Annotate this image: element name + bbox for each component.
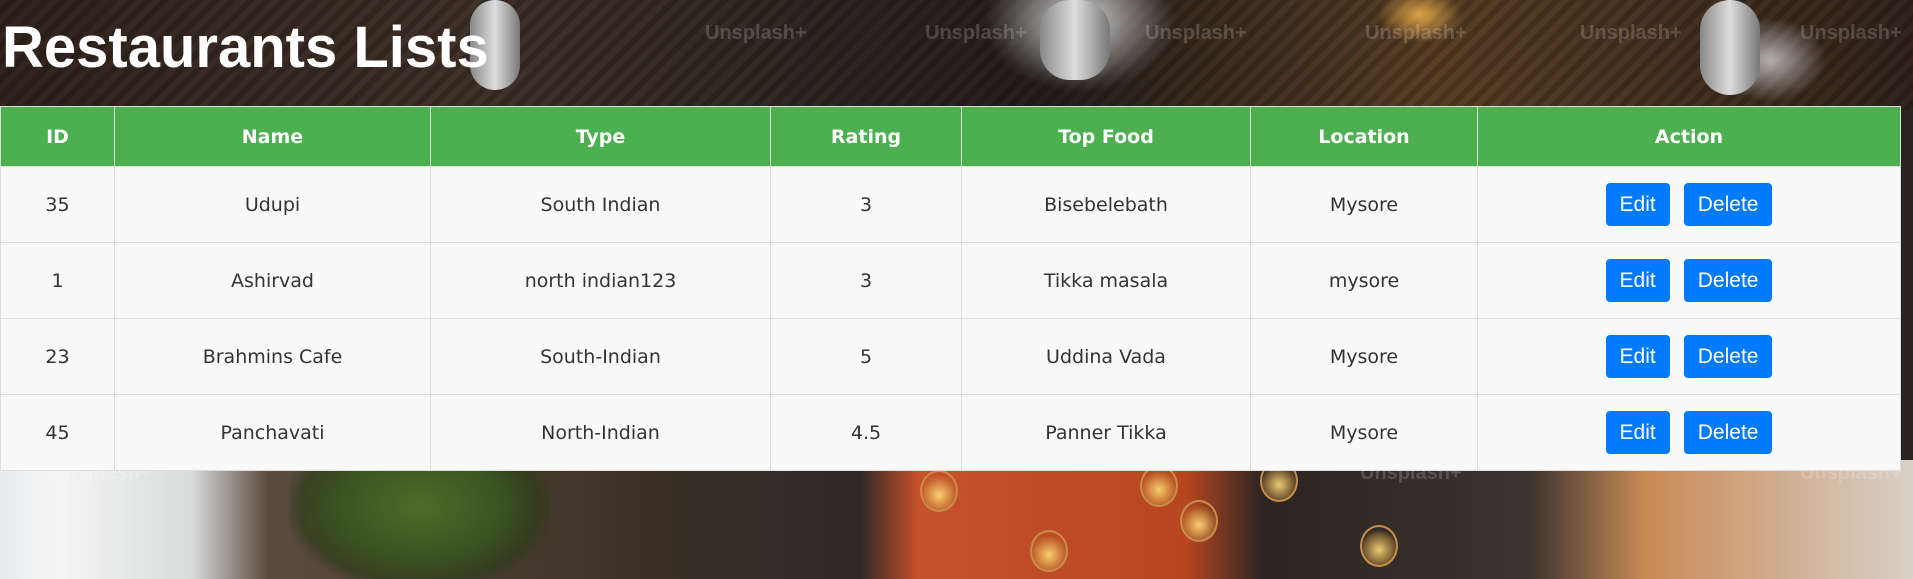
- cell-name: Udupi: [114, 166, 431, 243]
- cell-location: Mysore: [1250, 166, 1478, 243]
- pendant-lamp: [1140, 465, 1178, 507]
- cell-id: 1: [0, 242, 115, 319]
- table-header-row: ID Name Type Rating Top Food Location Ac…: [0, 106, 1901, 167]
- watermark: Unsplash+: [925, 22, 1027, 44]
- cell-top-food: Panner Tikka: [961, 394, 1251, 471]
- cell-top-food: Bisebelebath: [961, 166, 1251, 243]
- background-duct: [1040, 0, 1110, 80]
- cell-location: Mysore: [1250, 394, 1478, 471]
- cell-actions: Edit Delete: [1477, 318, 1901, 395]
- column-header-location: Location: [1250, 106, 1478, 167]
- cell-rating: 4.5: [770, 394, 962, 471]
- watermark: Unsplash+: [705, 22, 807, 44]
- column-header-id: ID: [0, 106, 115, 167]
- table-row: 45 Panchavati North-Indian 4.5 Panner Ti…: [0, 394, 1901, 471]
- cell-actions: Edit Delete: [1477, 242, 1901, 319]
- column-header-action: Action: [1477, 106, 1901, 167]
- delete-button[interactable]: Delete: [1683, 183, 1773, 226]
- table-row: 35 Udupi South Indian 3 Bisebelebath Mys…: [0, 166, 1901, 243]
- edit-button[interactable]: Edit: [1605, 411, 1670, 454]
- column-header-name: Name: [114, 106, 431, 167]
- cell-name: Ashirvad: [114, 242, 431, 319]
- delete-button[interactable]: Delete: [1683, 411, 1773, 454]
- cell-id: 45: [0, 394, 115, 471]
- watermark: Unsplash+: [1580, 22, 1682, 44]
- pendant-lamp: [1360, 525, 1398, 567]
- cell-rating: 3: [770, 166, 962, 243]
- cell-actions: Edit Delete: [1477, 394, 1901, 471]
- cell-top-food: Tikka masala: [961, 242, 1251, 319]
- background-bottom: [0, 460, 1913, 579]
- cell-actions: Edit Delete: [1477, 166, 1901, 243]
- cell-name: Panchavati: [114, 394, 431, 471]
- watermark: Unsplash+: [1145, 22, 1247, 44]
- pendant-lamp: [1030, 530, 1068, 572]
- delete-button[interactable]: Delete: [1683, 259, 1773, 302]
- cell-id: 35: [0, 166, 115, 243]
- table-row: 23 Brahmins Cafe South-Indian 5 Uddina V…: [0, 318, 1901, 395]
- column-header-top-food: Top Food: [961, 106, 1251, 167]
- table-row: 1 Ashirvad north indian123 3 Tikka masal…: [0, 242, 1901, 319]
- edit-button[interactable]: Edit: [1605, 183, 1670, 226]
- page-title: Restaurants Lists: [2, 15, 489, 80]
- cell-type: North-Indian: [430, 394, 771, 471]
- cell-type: north indian123: [430, 242, 771, 319]
- restaurants-table: ID Name Type Rating Top Food Location Ac…: [0, 106, 1901, 471]
- edit-button[interactable]: Edit: [1605, 335, 1670, 378]
- column-header-rating: Rating: [770, 106, 962, 167]
- cell-location: mysore: [1250, 242, 1478, 319]
- cell-rating: 3: [770, 242, 962, 319]
- cell-id: 23: [0, 318, 115, 395]
- edit-button[interactable]: Edit: [1605, 259, 1670, 302]
- pendant-lamp: [920, 470, 958, 512]
- cell-type: South-Indian: [430, 318, 771, 395]
- restaurants-table-container: ID Name Type Rating Top Food Location Ac…: [0, 106, 1901, 471]
- cell-top-food: Uddina Vada: [961, 318, 1251, 395]
- column-header-type: Type: [430, 106, 771, 167]
- background-duct: [1700, 0, 1760, 95]
- cell-location: Mysore: [1250, 318, 1478, 395]
- cell-name: Brahmins Cafe: [114, 318, 431, 395]
- delete-button[interactable]: Delete: [1683, 335, 1773, 378]
- pendant-lamp: [1180, 500, 1218, 542]
- watermark: Unsplash+: [1800, 22, 1902, 44]
- cell-rating: 5: [770, 318, 962, 395]
- watermark: Unsplash+: [1365, 22, 1467, 44]
- cell-type: South Indian: [430, 166, 771, 243]
